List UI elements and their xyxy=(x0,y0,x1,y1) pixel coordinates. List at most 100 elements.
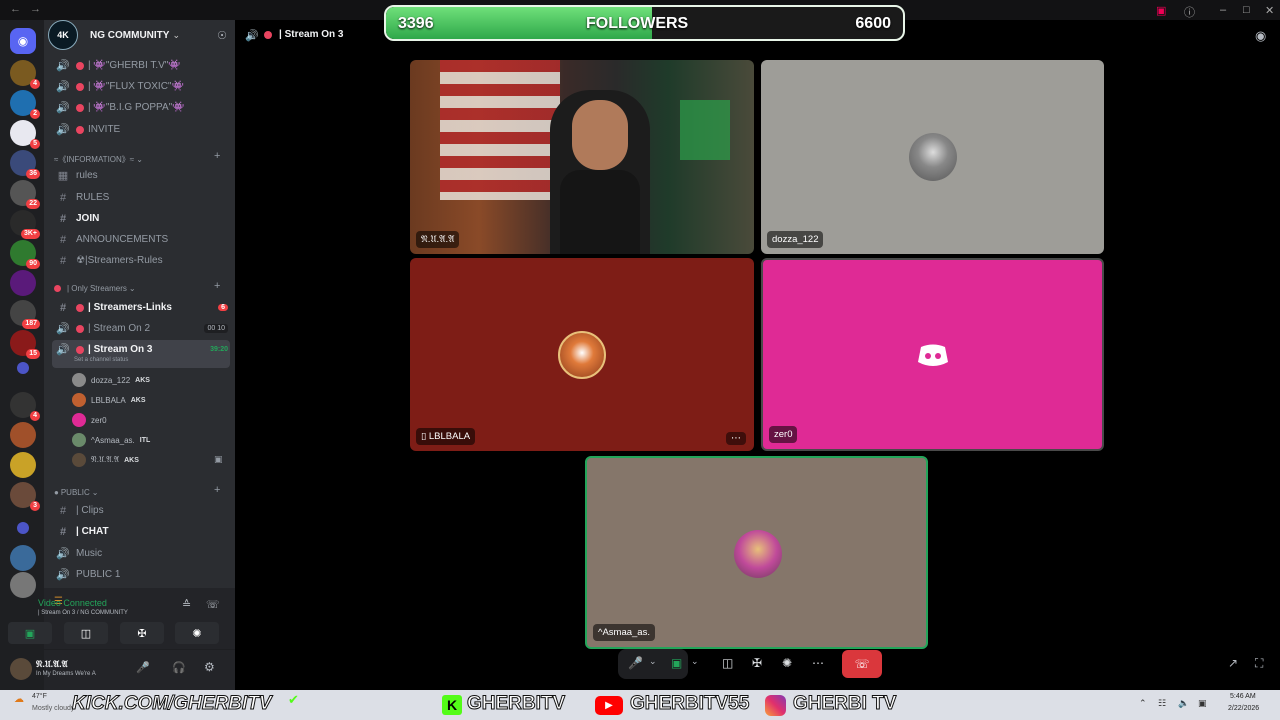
close-icon[interactable]: ✕ xyxy=(1265,4,1274,17)
soundboard-icon[interactable]: ✺ xyxy=(782,656,792,670)
server-icon[interactable] xyxy=(10,452,36,478)
server-icon[interactable]: 15 xyxy=(10,330,40,359)
user-name: zer0 xyxy=(91,415,107,425)
channel-invite[interactable]: 🔊 INVITE xyxy=(56,120,228,139)
screen-share-icon[interactable]: ◫ xyxy=(722,656,733,670)
video-tile-webcam[interactable]: 𝔑.𝔘.𝔄.𝔄 xyxy=(410,60,754,254)
leave-call-button[interactable]: ☏ xyxy=(842,650,882,678)
minimize-icon[interactable]: – xyxy=(1220,4,1226,16)
voice-status[interactable]: Video Connected xyxy=(38,598,107,608)
channel-flux[interactable]: 🔊 | 👾"FLUX TOXIC"👾 xyxy=(56,77,228,96)
chat-icon[interactable]: ◉ xyxy=(1255,28,1266,44)
more-options-icon[interactable]: ⋯ xyxy=(726,432,746,445)
camera-icon[interactable]: ▣ xyxy=(671,656,682,670)
category-only-streamers[interactable]: | Only Streamers ⌄ xyxy=(54,284,136,293)
channel-status[interactable]: Set a channel status xyxy=(74,357,128,363)
microphone-icon[interactable]: 🎤 xyxy=(136,661,150,674)
headphones-icon[interactable]: 🎧 xyxy=(172,661,186,674)
streamer-face xyxy=(572,100,628,170)
channel-stream-on-2[interactable]: 🔊 | Stream On 2 00 10 xyxy=(56,319,228,338)
maximize-icon[interactable]: □ xyxy=(1243,4,1250,16)
help-icon[interactable]: ⓘ xyxy=(1184,4,1195,20)
more-options-icon[interactable]: ⋯ xyxy=(812,656,824,670)
video-tile-lblbala[interactable]: ▯ LBLBALA ⋯ xyxy=(410,258,754,451)
channel-rules-forum[interactable]: ▦ rules xyxy=(56,166,228,185)
voice-channel-path[interactable]: | Stream On 3 / NG COMMUNITY xyxy=(38,610,128,616)
folder-icon[interactable] xyxy=(17,362,29,374)
inbox-icon[interactable]: ▣ xyxy=(1156,4,1166,17)
camera-button[interactable]: ▣ xyxy=(8,622,52,644)
channel-announcements[interactable]: # ANNOUNCEMENTS xyxy=(56,230,228,249)
user-status: In My Dreams We're A xyxy=(36,671,96,677)
add-member-icon[interactable]: ☉ xyxy=(217,29,227,42)
server-icon[interactable]: 90 xyxy=(10,240,40,269)
back-arrow-icon[interactable]: ← xyxy=(10,3,21,15)
video-tile-dozza[interactable]: dozza_122 xyxy=(761,60,1104,254)
server-header[interactable]: 4K NG COMMUNITY ⌄ ☉ xyxy=(44,20,235,50)
server-icon[interactable] xyxy=(10,572,36,598)
server-icon[interactable]: 4 xyxy=(10,60,40,89)
server-icon[interactable]: 4 xyxy=(10,392,40,421)
channel-chat[interactable]: # | CHAT xyxy=(56,522,228,541)
noise-suppression-icon[interactable]: ≙ xyxy=(182,598,191,611)
video-tile-zer0[interactable]: zer0 xyxy=(761,258,1104,451)
voice-user[interactable]: dozza_122 AKS xyxy=(72,371,150,389)
weather-temp[interactable]: 47°F xyxy=(32,693,47,700)
clock-date[interactable]: 2/22/2026 xyxy=(1228,705,1259,712)
display-icon[interactable]: ▣ xyxy=(1198,698,1207,709)
fullscreen-icon[interactable]: ⛶ xyxy=(1255,656,1263,671)
server-icon[interactable]: 3K+ xyxy=(10,210,40,239)
server-icon[interactable]: 22 xyxy=(10,180,40,209)
voice-user[interactable]: LBLBALA AKS xyxy=(72,391,145,409)
volume-icon[interactable]: 🔈 xyxy=(1178,698,1189,709)
category-public[interactable]: ● PUBLIC ⌄ xyxy=(54,488,98,497)
activities-button[interactable]: ✠ xyxy=(120,622,164,644)
popout-icon[interactable]: ↗ xyxy=(1228,656,1238,670)
activities-icon[interactable]: ✠ xyxy=(752,656,762,670)
server-icon[interactable]: 2 xyxy=(10,90,40,119)
server-icon[interactable] xyxy=(10,422,36,448)
restricted-icon xyxy=(76,345,84,354)
add-channel-icon[interactable]: + xyxy=(214,150,220,162)
server-icon[interactable]: 36 xyxy=(10,150,40,179)
server-icon[interactable]: 3 xyxy=(10,482,40,511)
server-icon[interactable] xyxy=(10,270,36,296)
channel-join[interactable]: # JOIN xyxy=(56,209,228,228)
channel-streamers-links[interactable]: # | Streamers-Links 6 xyxy=(56,298,228,317)
goal-label: FOLLOWERS xyxy=(586,15,689,32)
server-icon[interactable]: 5 xyxy=(10,120,40,149)
badge: 3 xyxy=(30,501,40,511)
channel-streamers-rules[interactable]: # ☢|Streamers-Rules xyxy=(56,251,228,270)
channel-label: | 👾"FLUX TOXIC"👾 xyxy=(88,81,184,92)
clock-time[interactable]: 5:46 AM xyxy=(1230,693,1256,700)
channel-gherbi[interactable]: 🔊 | 👾"GHERBI T.V"👾 xyxy=(56,56,228,75)
avatar[interactable] xyxy=(10,658,32,680)
channel-clips[interactable]: # | Clips xyxy=(56,501,228,520)
soundboard-button[interactable]: ✺ xyxy=(175,622,219,644)
forward-arrow-icon[interactable]: → xyxy=(30,3,41,15)
channel-bigpoppa[interactable]: 🔊 | 👾"B.I.G POPPA"👾 xyxy=(56,98,228,117)
screen-share-button[interactable]: ◫ xyxy=(64,622,108,644)
add-channel-icon[interactable]: + xyxy=(214,280,220,292)
tray-chevron-icon[interactable]: ⌃ xyxy=(1139,698,1147,709)
discord-home-icon[interactable]: ◉ xyxy=(10,28,36,54)
disconnect-icon[interactable]: ☏ xyxy=(206,598,220,611)
add-channel-icon[interactable]: + xyxy=(214,484,220,496)
category-information[interactable]: ≈《INFORMATION》≈ ⌄ xyxy=(54,154,143,165)
chevron-down-icon[interactable]: ⌄ xyxy=(649,656,657,667)
weather-desc[interactable]: Mostly cloudy xyxy=(32,705,74,712)
video-tile-asmaa[interactable]: ^Asmaa_as. xyxy=(585,456,928,649)
channel-public-1[interactable]: 🔊 PUBLIC 1 xyxy=(56,565,228,584)
network-icon[interactable]: ☷ xyxy=(1158,698,1166,709)
server-icon[interactable] xyxy=(10,545,36,571)
microphone-icon[interactable]: 🎤 xyxy=(628,656,643,670)
channel-music[interactable]: 🔊 Music xyxy=(56,544,228,563)
voice-user[interactable]: zer0 xyxy=(72,411,107,429)
channel-rules[interactable]: # RULES xyxy=(56,188,228,207)
voice-user[interactable]: ^Asmaa_as. ITL xyxy=(72,431,150,449)
server-icon[interactable]: 187 xyxy=(10,300,40,329)
voice-user[interactable]: 𝔑.𝔘.𝔄.𝔄 AKS xyxy=(72,451,139,469)
chevron-down-icon[interactable]: ⌄ xyxy=(691,656,699,667)
settings-gear-icon[interactable]: ⚙ xyxy=(204,660,215,674)
folder-icon[interactable] xyxy=(17,522,29,534)
